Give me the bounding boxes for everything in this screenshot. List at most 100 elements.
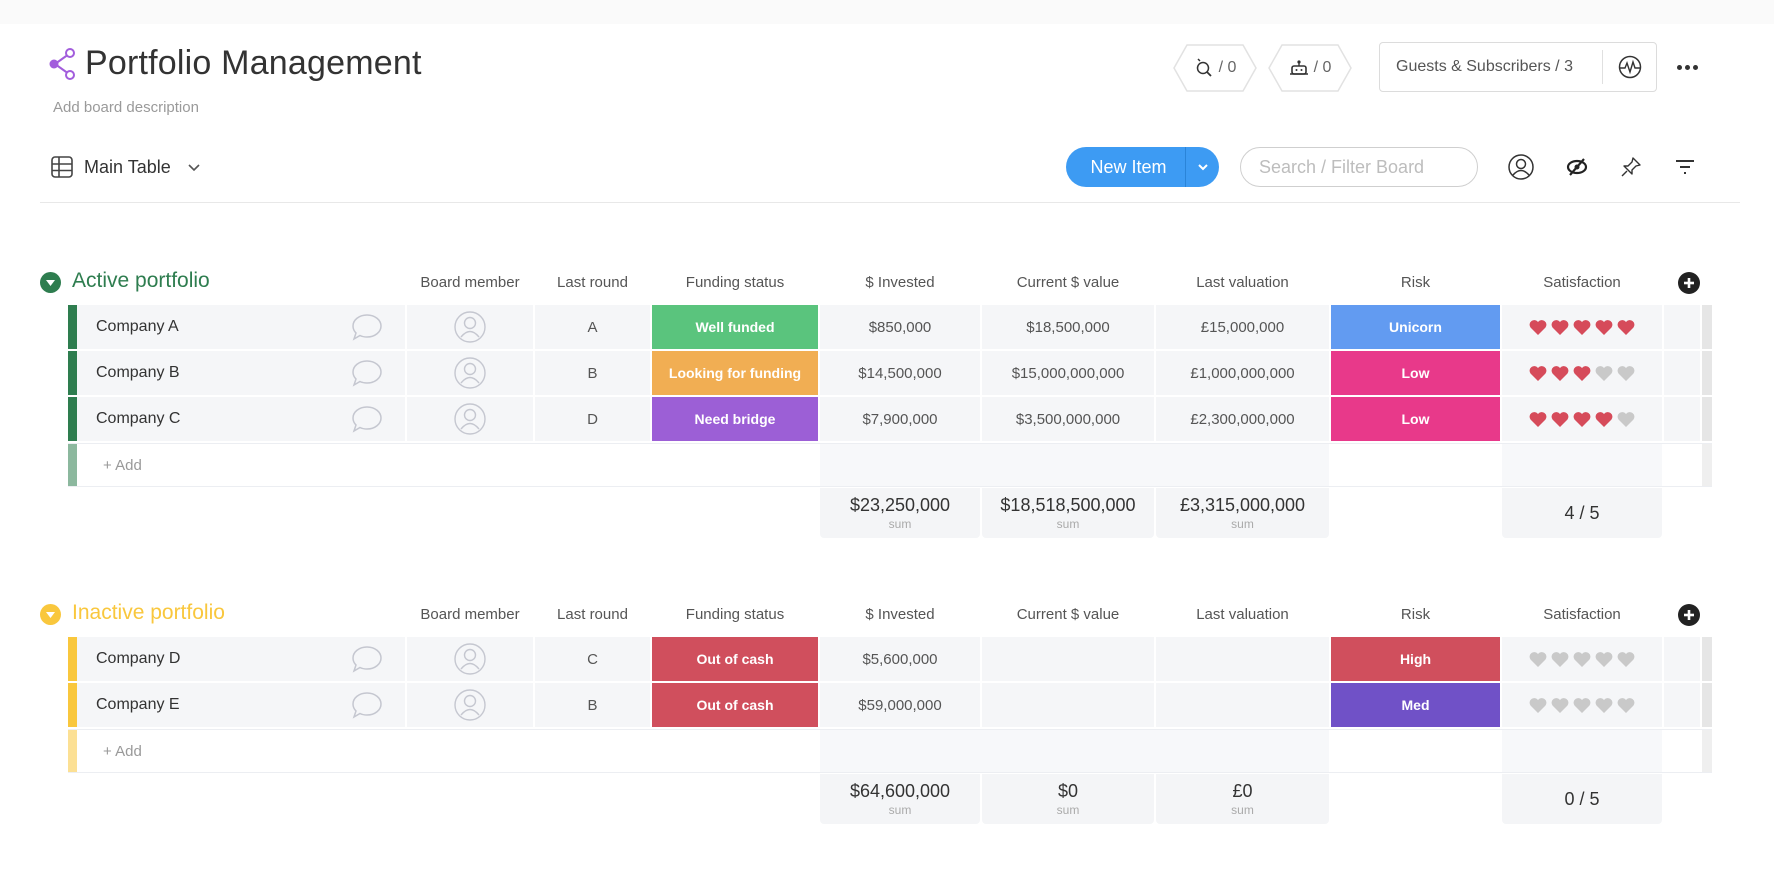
column-header[interactable]: Last round: [535, 606, 650, 623]
last-valuation-cell[interactable]: [1156, 683, 1329, 727]
group-title[interactable]: Active portfolio: [72, 269, 210, 293]
heart-icon[interactable]: [1616, 364, 1636, 383]
updates-cell[interactable]: [329, 305, 405, 349]
share-icon[interactable]: [47, 47, 77, 81]
current-value-cell[interactable]: [982, 637, 1154, 681]
board-member-cell[interactable]: [407, 305, 533, 349]
item-name-cell[interactable]: Company D: [77, 637, 329, 681]
heart-icon[interactable]: [1550, 650, 1570, 669]
add-column-button[interactable]: [1678, 272, 1700, 294]
group-collapse-toggle[interactable]: [40, 272, 61, 293]
column-header[interactable]: Last valuation: [1156, 274, 1329, 291]
current-value-cell[interactable]: $15,000,000,000: [982, 351, 1154, 395]
automations-button[interactable]: / 0: [1268, 44, 1352, 92]
risk-cell[interactable]: High: [1331, 637, 1500, 681]
funding-status-cell[interactable]: Looking for funding: [652, 351, 818, 395]
column-header[interactable]: Satisfaction: [1502, 274, 1662, 291]
funding-status-cell[interactable]: Need bridge: [652, 397, 818, 441]
heart-icon[interactable]: [1594, 364, 1614, 383]
column-header[interactable]: Board member: [407, 274, 533, 291]
heart-icon[interactable]: [1528, 696, 1548, 715]
current-value-cell[interactable]: [982, 683, 1154, 727]
invested-cell[interactable]: $850,000: [820, 305, 980, 349]
heart-icon[interactable]: [1594, 410, 1614, 429]
heart-icon[interactable]: [1550, 318, 1570, 337]
updates-cell[interactable]: [329, 637, 405, 681]
heart-icon[interactable]: [1616, 696, 1636, 715]
heart-icon[interactable]: [1616, 410, 1636, 429]
column-header[interactable]: Funding status: [652, 606, 818, 623]
last-valuation-cell[interactable]: £15,000,000: [1156, 305, 1329, 349]
column-header[interactable]: $ Invested: [820, 274, 980, 291]
last-round-cell[interactable]: B: [535, 351, 650, 395]
more-options-button[interactable]: [1672, 56, 1702, 78]
last-round-cell[interactable]: C: [535, 637, 650, 681]
column-header[interactable]: Risk: [1331, 274, 1500, 291]
item-name-cell[interactable]: Company A: [77, 305, 329, 349]
add-column-button[interactable]: [1678, 604, 1700, 626]
invested-cell[interactable]: $59,000,000: [820, 683, 980, 727]
heart-icon[interactable]: [1616, 318, 1636, 337]
column-header[interactable]: Last valuation: [1156, 606, 1329, 623]
heart-icon[interactable]: [1528, 410, 1548, 429]
heart-icon[interactable]: [1594, 318, 1614, 337]
risk-cell[interactable]: Med: [1331, 683, 1500, 727]
column-header[interactable]: $ Invested: [820, 606, 980, 623]
column-header[interactable]: Risk: [1331, 606, 1500, 623]
item-name-cell[interactable]: Company E: [77, 683, 329, 727]
invested-cell[interactable]: $14,500,000: [820, 351, 980, 395]
board-member-cell[interactable]: [407, 637, 533, 681]
satisfaction-cell[interactable]: [1502, 397, 1662, 441]
board-member-cell[interactable]: [407, 397, 533, 441]
item-name-cell[interactable]: Company B: [77, 351, 329, 395]
guests-subscribers-button[interactable]: Guests & Subscribers / 3: [1380, 58, 1602, 76]
heart-icon[interactable]: [1572, 364, 1592, 383]
risk-cell[interactable]: Low: [1331, 351, 1500, 395]
satisfaction-cell[interactable]: [1502, 351, 1662, 395]
table-row[interactable]: Company D C Out of cash $5,600,000 High: [68, 637, 1712, 681]
sort-button[interactable]: [1670, 152, 1700, 182]
column-header[interactable]: Current $ value: [982, 274, 1154, 291]
heart-icon[interactable]: [1594, 650, 1614, 669]
funding-status-cell[interactable]: Well funded: [652, 305, 818, 349]
add-item-row[interactable]: + Add: [68, 443, 1712, 487]
last-round-cell[interactable]: D: [535, 397, 650, 441]
activity-button[interactable]: [1603, 54, 1656, 80]
heart-icon[interactable]: [1572, 696, 1592, 715]
add-item-input[interactable]: + Add: [77, 444, 817, 486]
board-title[interactable]: Portfolio Management: [85, 44, 422, 83]
heart-icon[interactable]: [1550, 696, 1570, 715]
hide-columns-button[interactable]: [1562, 152, 1592, 182]
pin-button[interactable]: [1616, 152, 1646, 182]
board-member-cell[interactable]: [407, 351, 533, 395]
integrations-button[interactable]: / 0: [1173, 44, 1257, 92]
table-row[interactable]: Company A A Well funded $850,000 $18,500,000…: [68, 305, 1712, 349]
view-selector[interactable]: Main Table: [50, 152, 201, 182]
heart-icon[interactable]: [1528, 364, 1548, 383]
add-item-input[interactable]: + Add: [77, 730, 817, 772]
new-item-dropdown[interactable]: [1185, 147, 1219, 187]
table-row[interactable]: Company C D Need bridge $7,900,000 $3,500,00…: [68, 397, 1712, 441]
person-filter-button[interactable]: [1506, 152, 1536, 182]
heart-icon[interactable]: [1528, 318, 1548, 337]
risk-cell[interactable]: Low: [1331, 397, 1500, 441]
heart-icon[interactable]: [1572, 650, 1592, 669]
risk-cell[interactable]: Unicorn: [1331, 305, 1500, 349]
new-item-button[interactable]: New Item: [1066, 147, 1185, 187]
heart-icon[interactable]: [1572, 318, 1592, 337]
column-header[interactable]: Satisfaction: [1502, 606, 1662, 623]
updates-cell[interactable]: [329, 397, 405, 441]
heart-icon[interactable]: [1616, 650, 1636, 669]
group-title[interactable]: Inactive portfolio: [72, 601, 225, 625]
board-member-cell[interactable]: [407, 683, 533, 727]
updates-cell[interactable]: [329, 683, 405, 727]
current-value-cell[interactable]: $3,500,000,000: [982, 397, 1154, 441]
heart-icon[interactable]: [1572, 410, 1592, 429]
chevron-down-icon[interactable]: [187, 162, 201, 172]
table-row[interactable]: Company B B Looking for funding $14,500,000…: [68, 351, 1712, 395]
updates-cell[interactable]: [329, 351, 405, 395]
group-collapse-toggle[interactable]: [40, 604, 61, 625]
current-value-cell[interactable]: $18,500,000: [982, 305, 1154, 349]
heart-icon[interactable]: [1550, 364, 1570, 383]
last-round-cell[interactable]: A: [535, 305, 650, 349]
